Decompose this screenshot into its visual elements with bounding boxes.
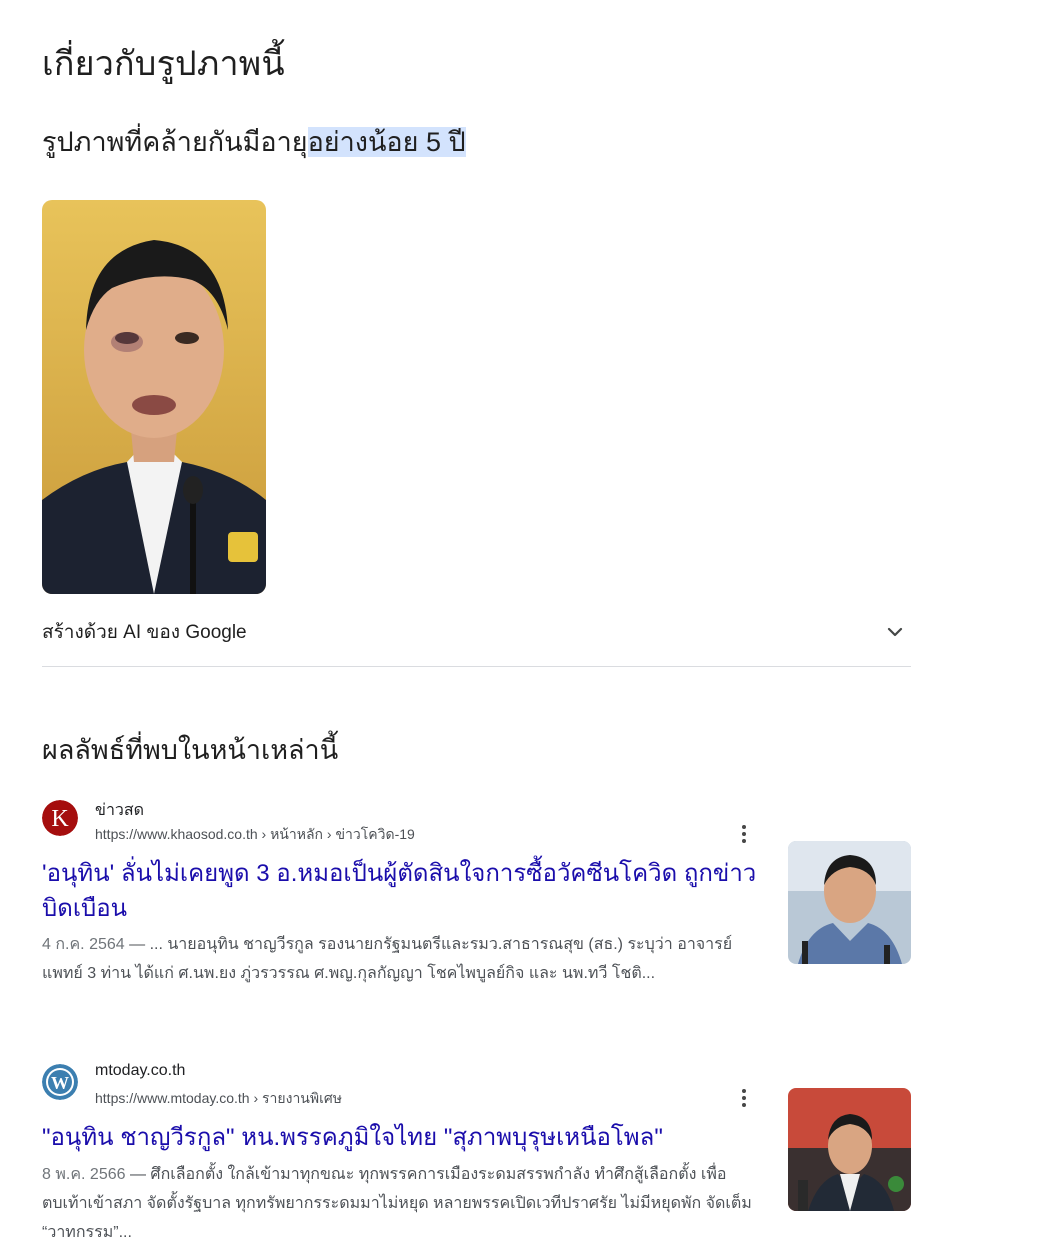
site-url[interactable]: https://www.mtoday.co.th › รายงานพิเศษ [95, 1088, 342, 1110]
site-url[interactable]: https://www.khaosod.co.th › หน้าหลัก › ข… [95, 824, 415, 846]
main-image[interactable] [42, 200, 266, 594]
divider [42, 666, 911, 667]
site-name[interactable]: ข่าวสด [95, 798, 144, 823]
chevron-down-icon [887, 627, 903, 637]
selected-text-highlight: ุอย่างน้อย 5 ปี [307, 127, 466, 157]
result-snippet-text: — ศึกเลือกตั้ง ใกล้เข้ามาทุกขณะ ทุกพรรคก… [42, 1166, 752, 1241]
favicon-letter: W [51, 1073, 69, 1093]
result-title-link[interactable]: 'อนุทิน' ลั่นไม่เคยพูด 3 อ.หมอเป็นผู้ตัด… [42, 856, 772, 926]
wordpress-favicon-icon[interactable]: W [42, 1064, 78, 1100]
result-snippet-text: — ... นายอนุทิน ชาญวีรกูล รองนายกรัฐมนตร… [42, 936, 733, 982]
site-name[interactable]: mtoday.co.th [95, 1062, 185, 1080]
favicon-letter: K [51, 806, 69, 832]
thumbnail-image [788, 841, 911, 964]
result-snippet: 4 ก.ค. 2564 — ... นายอนุทิน ชาญวีรกูล รอ… [42, 930, 772, 988]
similar-images-age-text: รูปภาพที่คล้ายกันมีอาย [42, 127, 308, 157]
ai-overview-label: สร้างด้วย AI ของ Google [42, 622, 247, 643]
thumbnail-image [788, 1088, 911, 1211]
result-title-link[interactable]: "อนุทิน ชาญวีรกูล" หน.พรรคภูมิใจไทย "สุภ… [42, 1120, 772, 1155]
result-thumbnail[interactable] [788, 841, 911, 964]
more-options-icon[interactable] [732, 822, 756, 846]
result-snippet: 8 พ.ค. 2566 — ศึกเลือกตั้ง ใกล้เข้ามาทุก… [42, 1160, 772, 1247]
result-date: 8 พ.ค. 2566 [42, 1166, 126, 1183]
results-heading: ผลลัพธ์ที่พบในหน้าเหล่านี้ [42, 735, 339, 765]
about-image-title: เกี่ยวกับรูปภาพนี้ [42, 45, 285, 83]
politician-portrait-image [42, 200, 266, 594]
result-date: 4 ก.ค. 2564 [42, 936, 125, 953]
khaosod-favicon-icon[interactable]: K [42, 800, 78, 836]
ai-overview-toggle[interactable]: สร้างด้วย AI ของ Google [42, 610, 911, 654]
result-thumbnail[interactable] [788, 1088, 911, 1211]
more-options-icon[interactable] [732, 1086, 756, 1110]
similar-images-age: รูปภาพที่คล้ายกันมีอายุอย่างน้อย 5 ปี [42, 120, 466, 163]
